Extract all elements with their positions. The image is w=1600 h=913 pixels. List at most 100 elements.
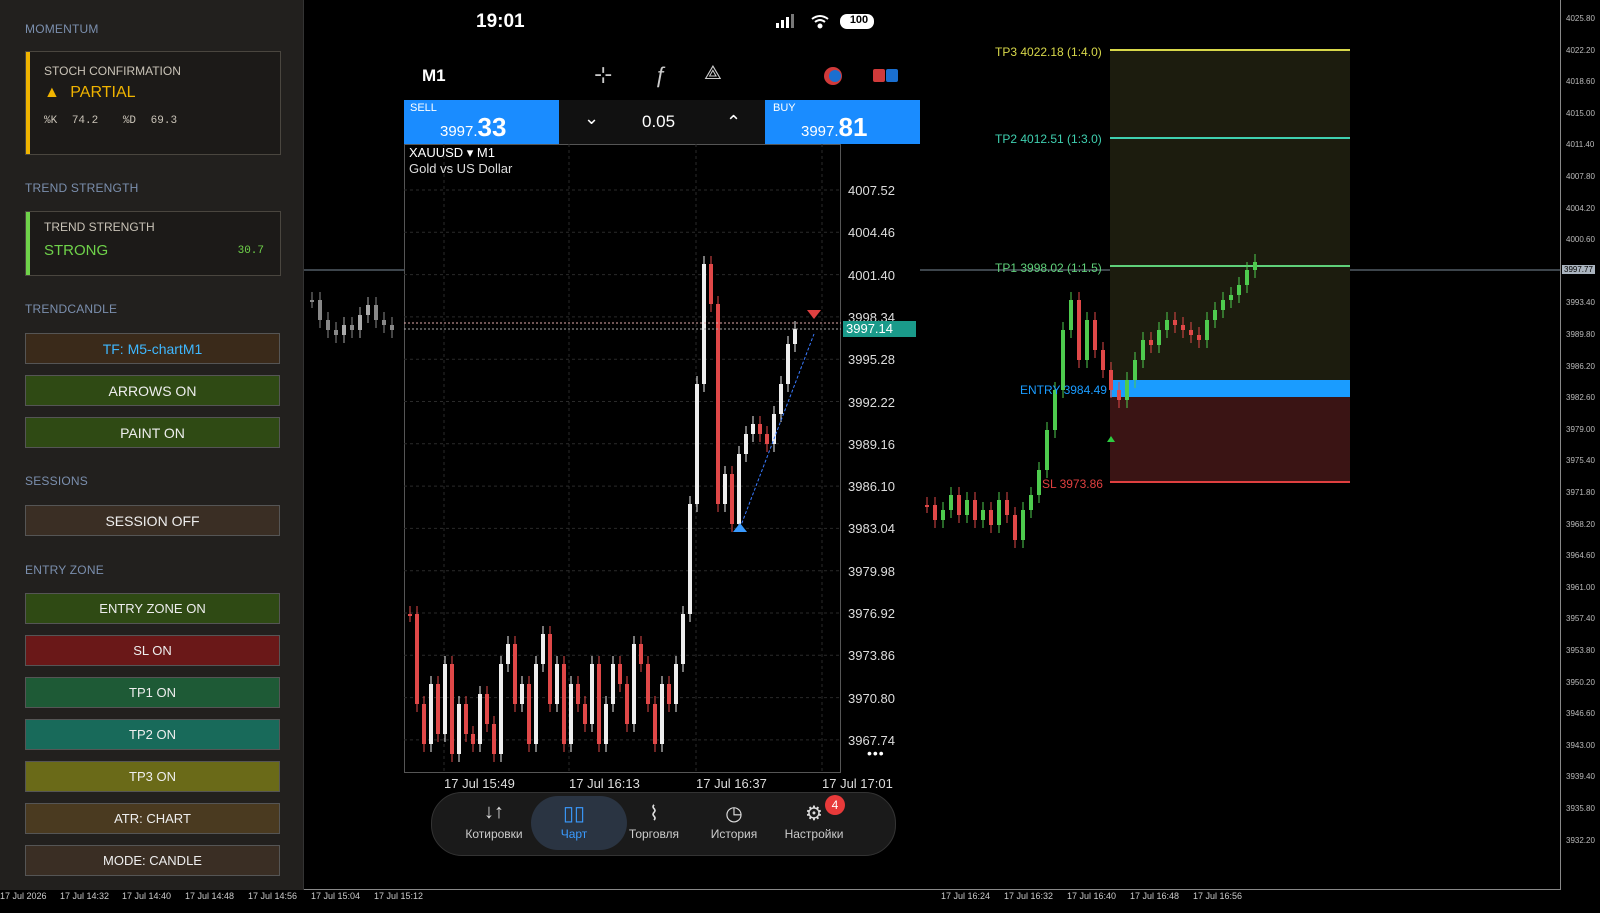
phone-price-label: 3973.86 <box>848 648 895 664</box>
tp1-button[interactable]: TP1 ON <box>25 677 280 708</box>
trade-toggle-icon[interactable] <box>819 66 849 86</box>
buy-price-big: 81 <box>838 112 868 142</box>
indicator-panel: MOMENTUM STOCH CONFIRMATION ▲ PARTIAL %K… <box>0 0 304 890</box>
candle <box>688 504 692 614</box>
objects-icon[interactable]: ⟁ <box>704 62 722 85</box>
candle <box>1245 270 1249 285</box>
quotes-icon: ↓↑ <box>484 801 504 823</box>
atr-button[interactable]: ATR: CHART <box>25 803 280 834</box>
sl-button[interactable]: SL ON <box>25 635 280 666</box>
price-axis-label: 4007.80 <box>1566 172 1595 181</box>
crosshair-icon[interactable]: ⊹ <box>594 62 612 88</box>
candle <box>408 614 412 616</box>
candle <box>1077 300 1081 360</box>
candle <box>429 684 433 744</box>
candle <box>1253 262 1257 270</box>
time-axis-label: 17 Jul 16:40 <box>1067 891 1117 901</box>
paint-button[interactable]: PAINT ON <box>25 417 280 448</box>
stoch-status: PARTIAL <box>70 84 136 101</box>
price-axis-label: 3961.00 <box>1566 582 1595 592</box>
price-axis-label: 4018.60 <box>1566 77 1595 87</box>
price-axis-label: 4000.60 <box>1566 235 1595 245</box>
phone-price-label: 3979.98 <box>848 563 895 579</box>
candle <box>925 505 929 507</box>
candle <box>730 474 734 524</box>
trend-value: 30.7 <box>237 245 264 257</box>
candle <box>618 664 622 684</box>
candle <box>1141 340 1145 360</box>
timeframe-button[interactable]: M1 <box>422 66 446 86</box>
trend-status: STRONG <box>44 242 109 259</box>
phone-price-label: 4007.52 <box>848 183 895 198</box>
candle <box>527 684 531 744</box>
candle <box>541 634 545 664</box>
lot-down-icon[interactable]: ⌄ <box>584 108 599 129</box>
sell-button[interactable]: SELL 3997.33 <box>404 100 559 144</box>
session-button[interactable]: SESSION OFF <box>25 505 280 536</box>
phone-price-label: 3983.04 <box>848 521 895 537</box>
candle <box>443 664 447 734</box>
indicators-icon[interactable]: ƒ <box>654 62 666 88</box>
price-axis-label: 3971.80 <box>1566 488 1595 497</box>
nav-item-5[interactable]: ⚙ Настройки 4 <box>769 795 859 841</box>
candle <box>1173 320 1177 325</box>
candle <box>562 664 566 744</box>
k-label: %K <box>44 115 58 127</box>
more-icon[interactable]: ••• <box>867 745 885 761</box>
lot-up-icon[interactable]: ⌃ <box>726 112 741 133</box>
nav-item-3[interactable]: ⌇ Торговля <box>609 801 699 841</box>
price-axis-label: 3964.60 <box>1566 551 1595 561</box>
candle <box>382 320 386 325</box>
candle <box>973 500 977 520</box>
nav-item-2[interactable]: ▯▯ Чарт <box>529 801 619 841</box>
phone-time-label: 17 Jul 16:13 <box>569 776 640 791</box>
nav-item-4[interactable]: ◷ История <box>689 801 779 841</box>
time-axis-label: 17 Jul 15:12 <box>374 891 424 901</box>
symbol-name[interactable]: XAUUSD ▾ M1 <box>409 145 495 161</box>
price-axis-label: 4004.20 <box>1566 203 1595 213</box>
nav-label: Торговля <box>628 827 680 841</box>
candle <box>957 495 961 515</box>
phone-time-label: 17 Jul 15:49 <box>444 776 515 791</box>
price-axis-label: 3953.80 <box>1566 646 1595 655</box>
tp2-button[interactable]: TP2 ON <box>25 719 280 750</box>
candle <box>646 664 650 704</box>
candle <box>639 644 643 664</box>
phone-price-label: 3970.80 <box>848 690 895 706</box>
d-label: %D <box>122 115 137 127</box>
candle <box>625 684 629 724</box>
price-axis-label: 3982.60 <box>1566 393 1595 403</box>
candle <box>350 325 354 330</box>
candle <box>695 384 699 504</box>
candle <box>485 694 489 724</box>
candle <box>450 664 454 754</box>
candle <box>1061 330 1065 390</box>
candle <box>965 500 969 515</box>
nav-item-1[interactable]: ↓↑ Котировки <box>449 801 539 841</box>
candle <box>786 344 790 384</box>
one-click-icon[interactable] <box>872 66 902 86</box>
candle <box>569 684 573 744</box>
candle <box>583 704 587 724</box>
candle <box>436 684 440 734</box>
symbol-desc: Gold vs US Dollar <box>409 161 513 176</box>
arrows-button[interactable]: ARROWS ON <box>25 375 280 406</box>
candle <box>751 424 755 434</box>
candle <box>390 325 394 330</box>
entry-zone-button[interactable]: ENTRY ZONE ON <box>25 593 280 624</box>
candle <box>793 329 797 344</box>
mobile-chart[interactable] <box>404 144 844 776</box>
candle <box>499 664 503 754</box>
tp3-button[interactable]: TP3 ON <box>25 761 280 792</box>
time-axis-label: 17 Jul 16:56 <box>1193 891 1243 901</box>
tf-button[interactable]: TF: M5-chartM1 <box>25 333 280 364</box>
trend-card: TREND STRENGTH STRONG 30.7 <box>25 211 281 276</box>
candle <box>1109 370 1113 390</box>
lot-value[interactable]: 0.05 <box>642 112 675 132</box>
entry-zone-header: ENTRY ZONE <box>25 563 104 577</box>
candle <box>1229 295 1233 300</box>
buy-button[interactable]: BUY 3997.81 <box>765 100 920 144</box>
candle <box>1125 380 1129 400</box>
mode-button[interactable]: MODE: CANDLE <box>25 845 280 876</box>
candle <box>765 434 769 444</box>
